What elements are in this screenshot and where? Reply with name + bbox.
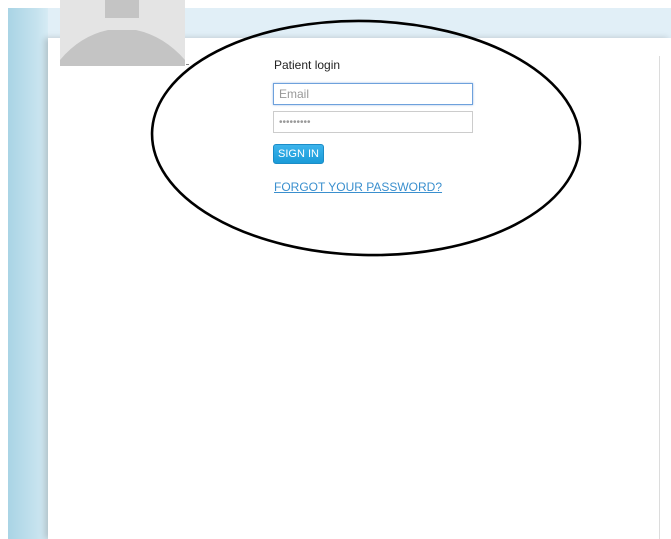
- password-field[interactable]: [273, 111, 473, 133]
- user-silhouette-icon: [60, 0, 185, 66]
- avatar-caption-mark: [186, 64, 189, 65]
- sign-in-button[interactable]: SIGN IN: [273, 144, 324, 164]
- left-sidebar-band: [8, 8, 48, 539]
- email-field[interactable]: [273, 83, 473, 105]
- avatar: [60, 0, 185, 66]
- login-title: Patient login: [274, 58, 341, 72]
- forgot-password-link[interactable]: FORGOT YOUR PASSWORD?: [274, 180, 442, 194]
- panel-right-border: [659, 56, 660, 539]
